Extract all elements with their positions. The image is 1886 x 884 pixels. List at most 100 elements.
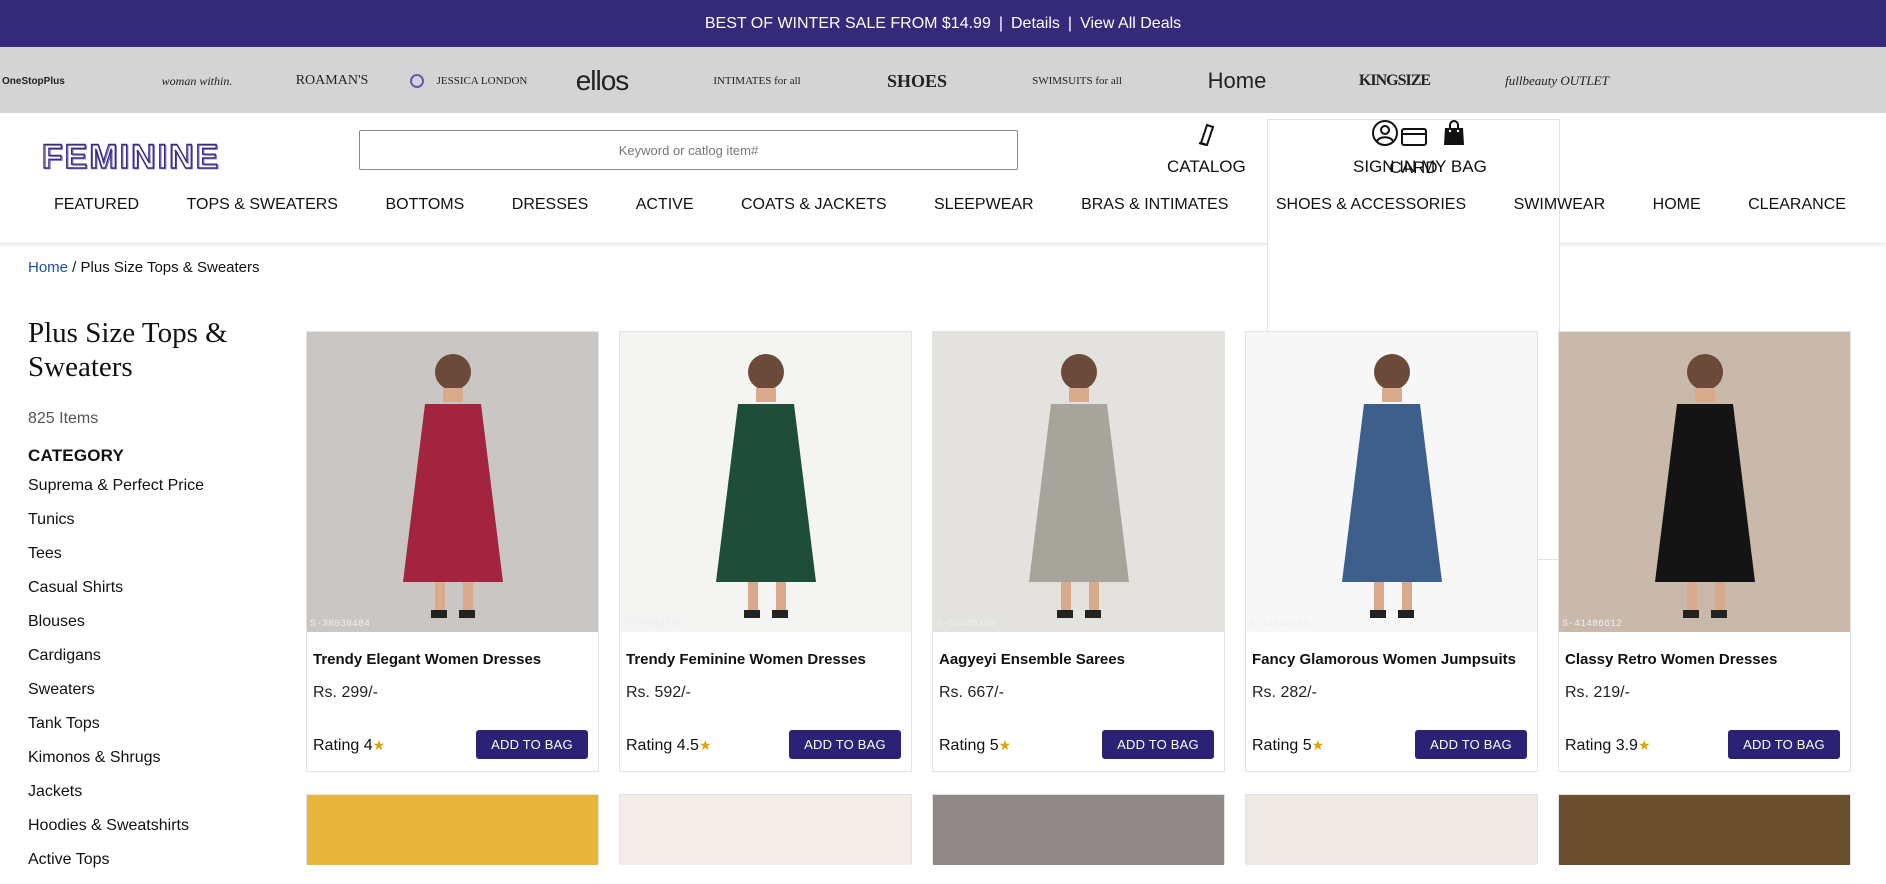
brand-jessica-london-logo[interactable]: JESSICA LONDON: [432, 75, 532, 87]
my-bag-link[interactable]: MY BAG: [1421, 119, 1487, 177]
promo-details-link[interactable]: Details: [1011, 15, 1060, 33]
product-rating: Rating 4★: [313, 737, 385, 755]
star-icon: ★: [1311, 737, 1325, 753]
product-card[interactable]: [1245, 794, 1538, 865]
product-card[interactable]: S-66485169 Aagyeyi Ensemble Sarees Rs. 6…: [932, 331, 1225, 772]
item-count: 825 Items: [28, 410, 99, 427]
product-image[interactable]: S-36843549: [620, 332, 911, 632]
product-photo-figure: [933, 332, 1224, 632]
star-icon: ★: [698, 737, 712, 753]
product-name[interactable]: Trendy Feminine Women Dresses: [626, 651, 866, 668]
promo-separator: |: [998, 14, 1003, 32]
product-image[interactable]: [1559, 795, 1850, 865]
product-grid: S-38038484 Trendy Elegant Women Dresses …: [306, 331, 1851, 865]
logo-text-outline: FEMININE: [43, 139, 221, 177]
brand-woman-within-logo[interactable]: woman within.: [132, 75, 262, 87]
my-bag-label: MY BAG: [1421, 157, 1487, 176]
product-rating: Rating 5★: [1252, 737, 1324, 755]
nav-dresses[interactable]: DRESSES: [512, 196, 588, 214]
product-photo-figure: [307, 332, 598, 632]
product-name[interactable]: Classy Retro Women Dresses: [1565, 651, 1777, 668]
catalog-icon: [1193, 119, 1219, 147]
product-card[interactable]: [619, 794, 912, 865]
add-to-bag-button[interactable]: ADD TO BAG: [1102, 730, 1214, 759]
product-price: Rs. 667/-: [939, 684, 1004, 701]
product-card[interactable]: S-38038484 Trendy Elegant Women Dresses …: [306, 331, 599, 772]
product-sku: S-41486612: [1562, 619, 1623, 630]
nav-home[interactable]: HOME: [1653, 196, 1701, 214]
category-item[interactable]: Suprema & Perfect Price: [28, 476, 268, 510]
feminine-logo[interactable]: FEMININE FEMININE: [37, 137, 225, 177]
product-rating: Rating 4.5★: [626, 737, 712, 755]
promo-view-all-link[interactable]: View All Deals: [1080, 15, 1181, 33]
category-item[interactable]: Kimonos & Shrugs: [28, 748, 268, 782]
nav-swimwear[interactable]: SWIMWEAR: [1514, 196, 1606, 214]
product-image[interactable]: [620, 795, 911, 865]
category-item[interactable]: Jackets: [28, 782, 268, 816]
category-item[interactable]: Casual Shirts: [28, 578, 268, 612]
product-name[interactable]: Aagyeyi Ensemble Sarees: [939, 651, 1125, 668]
product-image[interactable]: S-32043183: [1246, 332, 1537, 632]
nav-bottoms[interactable]: BOTTOMS: [385, 196, 464, 214]
product-price: Rs. 299/-: [313, 684, 378, 701]
product-image[interactable]: S-41486612: [1559, 332, 1850, 632]
nav-clearance[interactable]: CLEARANCE: [1748, 196, 1846, 214]
brand-roamans-logo[interactable]: ROAMAN'S: [262, 73, 402, 89]
nav-tops-sweaters[interactable]: TOPS & SWEATERS: [187, 196, 338, 214]
category-item[interactable]: Tunics: [28, 510, 268, 544]
product-price: Rs. 592/-: [626, 684, 691, 701]
add-to-bag-button[interactable]: ADD TO BAG: [1728, 730, 1840, 759]
nav-sleepwear[interactable]: SLEEPWEAR: [934, 196, 1034, 214]
nav-featured[interactable]: FEATURED: [54, 196, 139, 214]
product-name[interactable]: Fancy Glamorous Women Jumpsuits: [1252, 651, 1516, 668]
product-card[interactable]: [306, 794, 599, 865]
brand-swimsuits-logo[interactable]: SWIMSUITS for all: [992, 75, 1162, 87]
brand-onestopplus-logo[interactable]: OneStopPlus: [2, 76, 132, 87]
star-icon: ★: [372, 737, 386, 753]
add-to-bag-button[interactable]: ADD TO BAG: [476, 730, 588, 759]
nav-shoes-accessories[interactable]: SHOES & ACCESSORIES: [1276, 196, 1466, 214]
nav-active[interactable]: ACTIVE: [636, 196, 694, 214]
nav-coats-jackets[interactable]: COATS & JACKETS: [741, 196, 887, 214]
category-item[interactable]: Blouses: [28, 612, 268, 646]
category-item[interactable]: Active Tops: [28, 850, 268, 884]
nav-bras-intimates[interactable]: BRAS & INTIMATES: [1081, 196, 1228, 214]
product-name[interactable]: Trendy Elegant Women Dresses: [313, 651, 541, 668]
brand-circle-icon[interactable]: [402, 74, 432, 88]
product-image[interactable]: [933, 795, 1224, 865]
breadcrumb: Home / Plus Size Tops & Sweaters: [28, 259, 260, 276]
add-to-bag-button[interactable]: ADD TO BAG: [1415, 730, 1527, 759]
product-image[interactable]: S-38038484: [307, 332, 598, 632]
brand-fullbeauty-outlet-logo[interactable]: fullbeauty OUTLET: [1477, 73, 1637, 89]
product-image[interactable]: [307, 795, 598, 865]
add-to-bag-button[interactable]: ADD TO BAG: [789, 730, 901, 759]
rating-text: Rating 3.9: [1565, 737, 1638, 754]
breadcrumb-home-link[interactable]: Home: [28, 259, 68, 276]
search-input[interactable]: [359, 130, 1018, 170]
brand-kingsize-logo[interactable]: KINGSIZE: [1312, 72, 1477, 90]
product-image[interactable]: S-66485169: [933, 332, 1224, 632]
brand-ellos-logo[interactable]: ellos: [532, 65, 672, 97]
product-card[interactable]: [932, 794, 1225, 865]
category-item[interactable]: Tees: [28, 544, 268, 578]
rating-text: Rating 5: [939, 737, 999, 754]
category-item[interactable]: Hoodies & Sweatshirts: [28, 816, 268, 850]
sign-in-link[interactable]: SIGN IN: [1353, 119, 1416, 177]
brand-shoes-logo[interactable]: SHOES: [842, 71, 992, 92]
brand-intimates-logo[interactable]: INTIMATES for all: [672, 75, 842, 87]
category-sidebar: Plus Size Tops & Sweaters 825 Items CATE…: [28, 316, 268, 884]
breadcrumb-current: Plus Size Tops & Sweaters: [80, 259, 260, 276]
promo-bar: BEST OF WINTER SALE FROM $14.99 | Detail…: [0, 0, 1886, 49]
product-card[interactable]: [1558, 794, 1851, 865]
category-item[interactable]: Cardigans: [28, 646, 268, 680]
rating-text: Rating 5: [1252, 737, 1312, 754]
catalog-link[interactable]: CATALOG: [1167, 119, 1246, 177]
category-item[interactable]: Tank Tops: [28, 714, 268, 748]
product-card[interactable]: S-36843549 Trendy Feminine Women Dresses…: [619, 331, 912, 772]
product-card[interactable]: S-41486612 Classy Retro Women Dresses Rs…: [1558, 331, 1851, 772]
product-card[interactable]: S-32043183 Fancy Glamorous Women Jumpsui…: [1245, 331, 1538, 772]
brand-brylane-home-logo[interactable]: Home: [1162, 68, 1312, 94]
rating-text: Rating 4: [313, 737, 373, 754]
product-image[interactable]: [1246, 795, 1537, 865]
category-item[interactable]: Sweaters: [28, 680, 268, 714]
